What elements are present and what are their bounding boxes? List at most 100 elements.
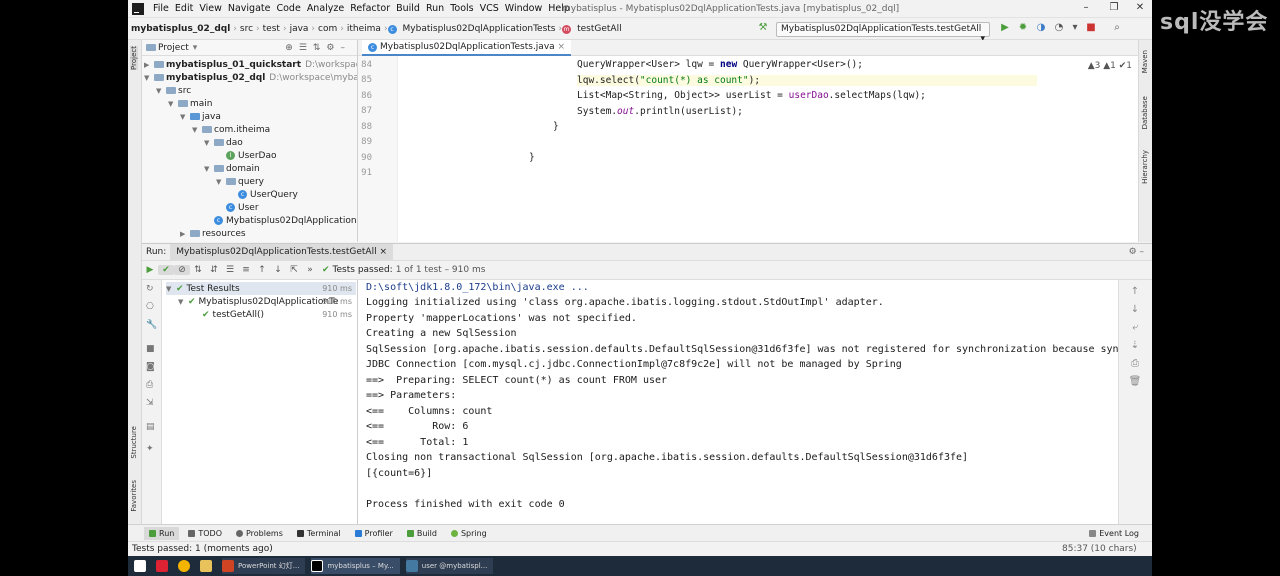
menu-code[interactable]: Code: [273, 3, 303, 14]
camera-icon[interactable]: ◙: [146, 362, 155, 372]
toggle-auto-test-icon[interactable]: ⎔: [146, 302, 154, 312]
run-panel-settings-icon[interactable]: ⚙ –: [1129, 247, 1144, 257]
breadcrumb-src[interactable]: src: [237, 24, 256, 34]
menu-navigate[interactable]: Navigate: [225, 3, 274, 14]
tool-tab-terminal[interactable]: Terminal: [292, 527, 346, 540]
taskbar-mysql[interactable]: user @mybatispl...: [405, 558, 494, 574]
breadcrumb-test[interactable]: test: [260, 24, 283, 34]
tree-item[interactable]: ▶mybatisplus_01_quickstartD:\workspace\m: [144, 58, 357, 71]
menu-tools[interactable]: Tools: [447, 3, 476, 14]
tree-item[interactable]: ▼ query: [216, 175, 264, 188]
prev-test-icon[interactable]: ↑: [254, 265, 270, 275]
tree-item[interactable]: ▼ domain: [204, 162, 260, 175]
print-icon[interactable]: ⎙: [1127, 358, 1143, 369]
menu-view[interactable]: View: [196, 3, 225, 14]
tree-item[interactable]: ▼ src: [156, 84, 191, 97]
code-editor[interactable]: c Mybatisplus02DqlApplicationTests.java ×…: [358, 40, 1138, 242]
structure-tool-tab[interactable]: Structure: [130, 426, 138, 459]
explorer-icon[interactable]: [200, 558, 216, 574]
app-icon[interactable]: [156, 558, 172, 574]
rerun-failed-icon[interactable]: ↻: [146, 284, 154, 294]
tree-item[interactable]: c User: [226, 201, 259, 214]
sort-alpha-icon[interactable]: ⇅: [190, 265, 206, 275]
inspection-indicators[interactable]: ▲3 ▲1 ✔1: [1088, 61, 1132, 71]
breadcrumb-class[interactable]: Mybatisplus02DqlApplicationTests: [400, 24, 559, 34]
menu-file[interactable]: File: [150, 3, 172, 14]
wrench-icon[interactable]: 🔧: [146, 320, 157, 330]
chrome-icon[interactable]: [178, 558, 194, 574]
more-run-icon[interactable]: ▾: [1068, 22, 1082, 33]
layout-icon[interactable]: ▤: [146, 422, 155, 432]
maximize-icon[interactable]: ❐: [1106, 2, 1122, 13]
scroll-to-end-icon[interactable]: ⇣: [1127, 340, 1143, 351]
debug-icon[interactable]: ✹: [1016, 22, 1030, 33]
tool-tab-spring[interactable]: Spring: [446, 527, 492, 540]
test-method-row[interactable]: ✔ testGetAll() 910 ms: [202, 308, 356, 321]
menu-build[interactable]: Build: [393, 3, 423, 14]
minimize-icon[interactable]: –: [1078, 2, 1094, 13]
chevron-down-icon[interactable]: ▾: [193, 43, 198, 53]
menu-run[interactable]: Run: [423, 3, 447, 14]
maven-tool-tab[interactable]: Maven: [1141, 50, 1149, 73]
tool-tab-run[interactable]: Run: [144, 526, 180, 540]
project-panel-tools-icon[interactable]: ⊕☰⇅⚙–: [285, 43, 351, 53]
favorites-tool-tab[interactable]: Favorites: [130, 480, 138, 512]
menu-edit[interactable]: Edit: [172, 3, 196, 14]
breadcrumb-itheima[interactable]: itheima: [344, 24, 384, 34]
taskbar-powerpoint[interactable]: PowerPoint 幻灯...: [222, 558, 306, 574]
close-icon[interactable]: ✕: [1132, 2, 1148, 13]
import-icon[interactable]: ⎙: [146, 380, 153, 390]
collapse-all-icon[interactable]: ≡: [238, 265, 254, 275]
tree-item[interactable]: c Mybatisplus02DqlApplication: [214, 214, 357, 227]
project-panel-title[interactable]: Project: [158, 43, 189, 53]
breadcrumb-java[interactable]: java: [287, 24, 312, 34]
tree-item[interactable]: I UserDao: [226, 149, 276, 162]
profile-icon[interactable]: ◔: [1052, 22, 1066, 33]
taskbar-intellij[interactable]: mybatisplus – My...: [311, 558, 400, 574]
clear-all-icon[interactable]: 🗑: [1127, 376, 1143, 387]
rerun-icon[interactable]: ▶: [142, 265, 158, 275]
test-results-root[interactable]: ▼ ✔ Test Results 910 ms: [166, 282, 356, 295]
sort-duration-icon[interactable]: ⇵: [206, 265, 222, 275]
more-icon[interactable]: »: [302, 265, 318, 275]
stop-icon[interactable]: ■: [146, 344, 155, 354]
menu-window[interactable]: Window: [502, 3, 545, 14]
database-tool-tab[interactable]: Database: [1141, 96, 1149, 129]
tree-item[interactable]: ▼ com.itheima: [192, 123, 270, 136]
test-class-row[interactable]: ▼ ✔ Mybatisplus02DqlApplicationTe 910 ms: [178, 295, 356, 308]
show-passed-icon[interactable]: ✔: [158, 265, 174, 275]
export-icon[interactable]: ⇱: [286, 265, 302, 275]
editor-tab-active[interactable]: c Mybatisplus02DqlApplicationTests.java ×: [362, 40, 572, 56]
scroll-down-icon[interactable]: ↓: [1127, 304, 1143, 315]
tool-tab-problems[interactable]: Problems: [231, 527, 288, 540]
show-ignored-icon[interactable]: ⊘: [174, 265, 190, 275]
tool-tab-profiler[interactable]: Profiler: [350, 527, 398, 540]
run-tab[interactable]: Mybatisplus02DqlApplicationTests.testGet…: [170, 244, 393, 260]
breadcrumb-method[interactable]: testGetAll: [574, 24, 624, 34]
tree-item[interactable]: ▶ resources: [180, 227, 246, 240]
next-test-icon[interactable]: ↓: [270, 265, 286, 275]
tool-tab-todo[interactable]: TODO: [183, 527, 227, 540]
tree-item[interactable]: ▼ main: [168, 97, 213, 110]
tree-item[interactable]: ▼mybatisplus_02_dqlD:\workspace\mybatisp: [144, 71, 357, 84]
tree-item[interactable]: c UserQuery: [238, 188, 298, 201]
pin-icon[interactable]: ✦: [146, 444, 154, 454]
cursor-position[interactable]: 85:37 (10 chars): [1062, 544, 1137, 554]
expand-all-icon[interactable]: ☰: [222, 265, 238, 275]
soft-wrap-icon[interactable]: ⤶: [1127, 322, 1143, 333]
close-tab-icon[interactable]: ×: [558, 42, 566, 52]
breadcrumb-com[interactable]: com: [315, 24, 340, 34]
tool-tab-build[interactable]: Build: [402, 527, 442, 540]
menu-refactor[interactable]: Refactor: [347, 3, 393, 14]
build-hammer-icon[interactable]: ⚒: [756, 22, 770, 33]
run-configuration-select[interactable]: Mybatisplus02DqlApplicationTests.testGet…: [776, 22, 990, 44]
tree-item[interactable]: ▼ dao: [204, 136, 243, 149]
restore-icon[interactable]: ⇲: [146, 398, 154, 408]
project-tool-tab[interactable]: Project: [130, 46, 138, 70]
menu-vcs[interactable]: VCS: [477, 3, 502, 14]
coverage-icon[interactable]: ◑: [1034, 22, 1048, 33]
start-icon[interactable]: [134, 558, 150, 574]
hierarchy-tool-tab[interactable]: Hierarchy: [1141, 150, 1149, 184]
menu-analyze[interactable]: Analyze: [304, 3, 347, 14]
tree-item[interactable]: ▼ java: [180, 110, 221, 123]
